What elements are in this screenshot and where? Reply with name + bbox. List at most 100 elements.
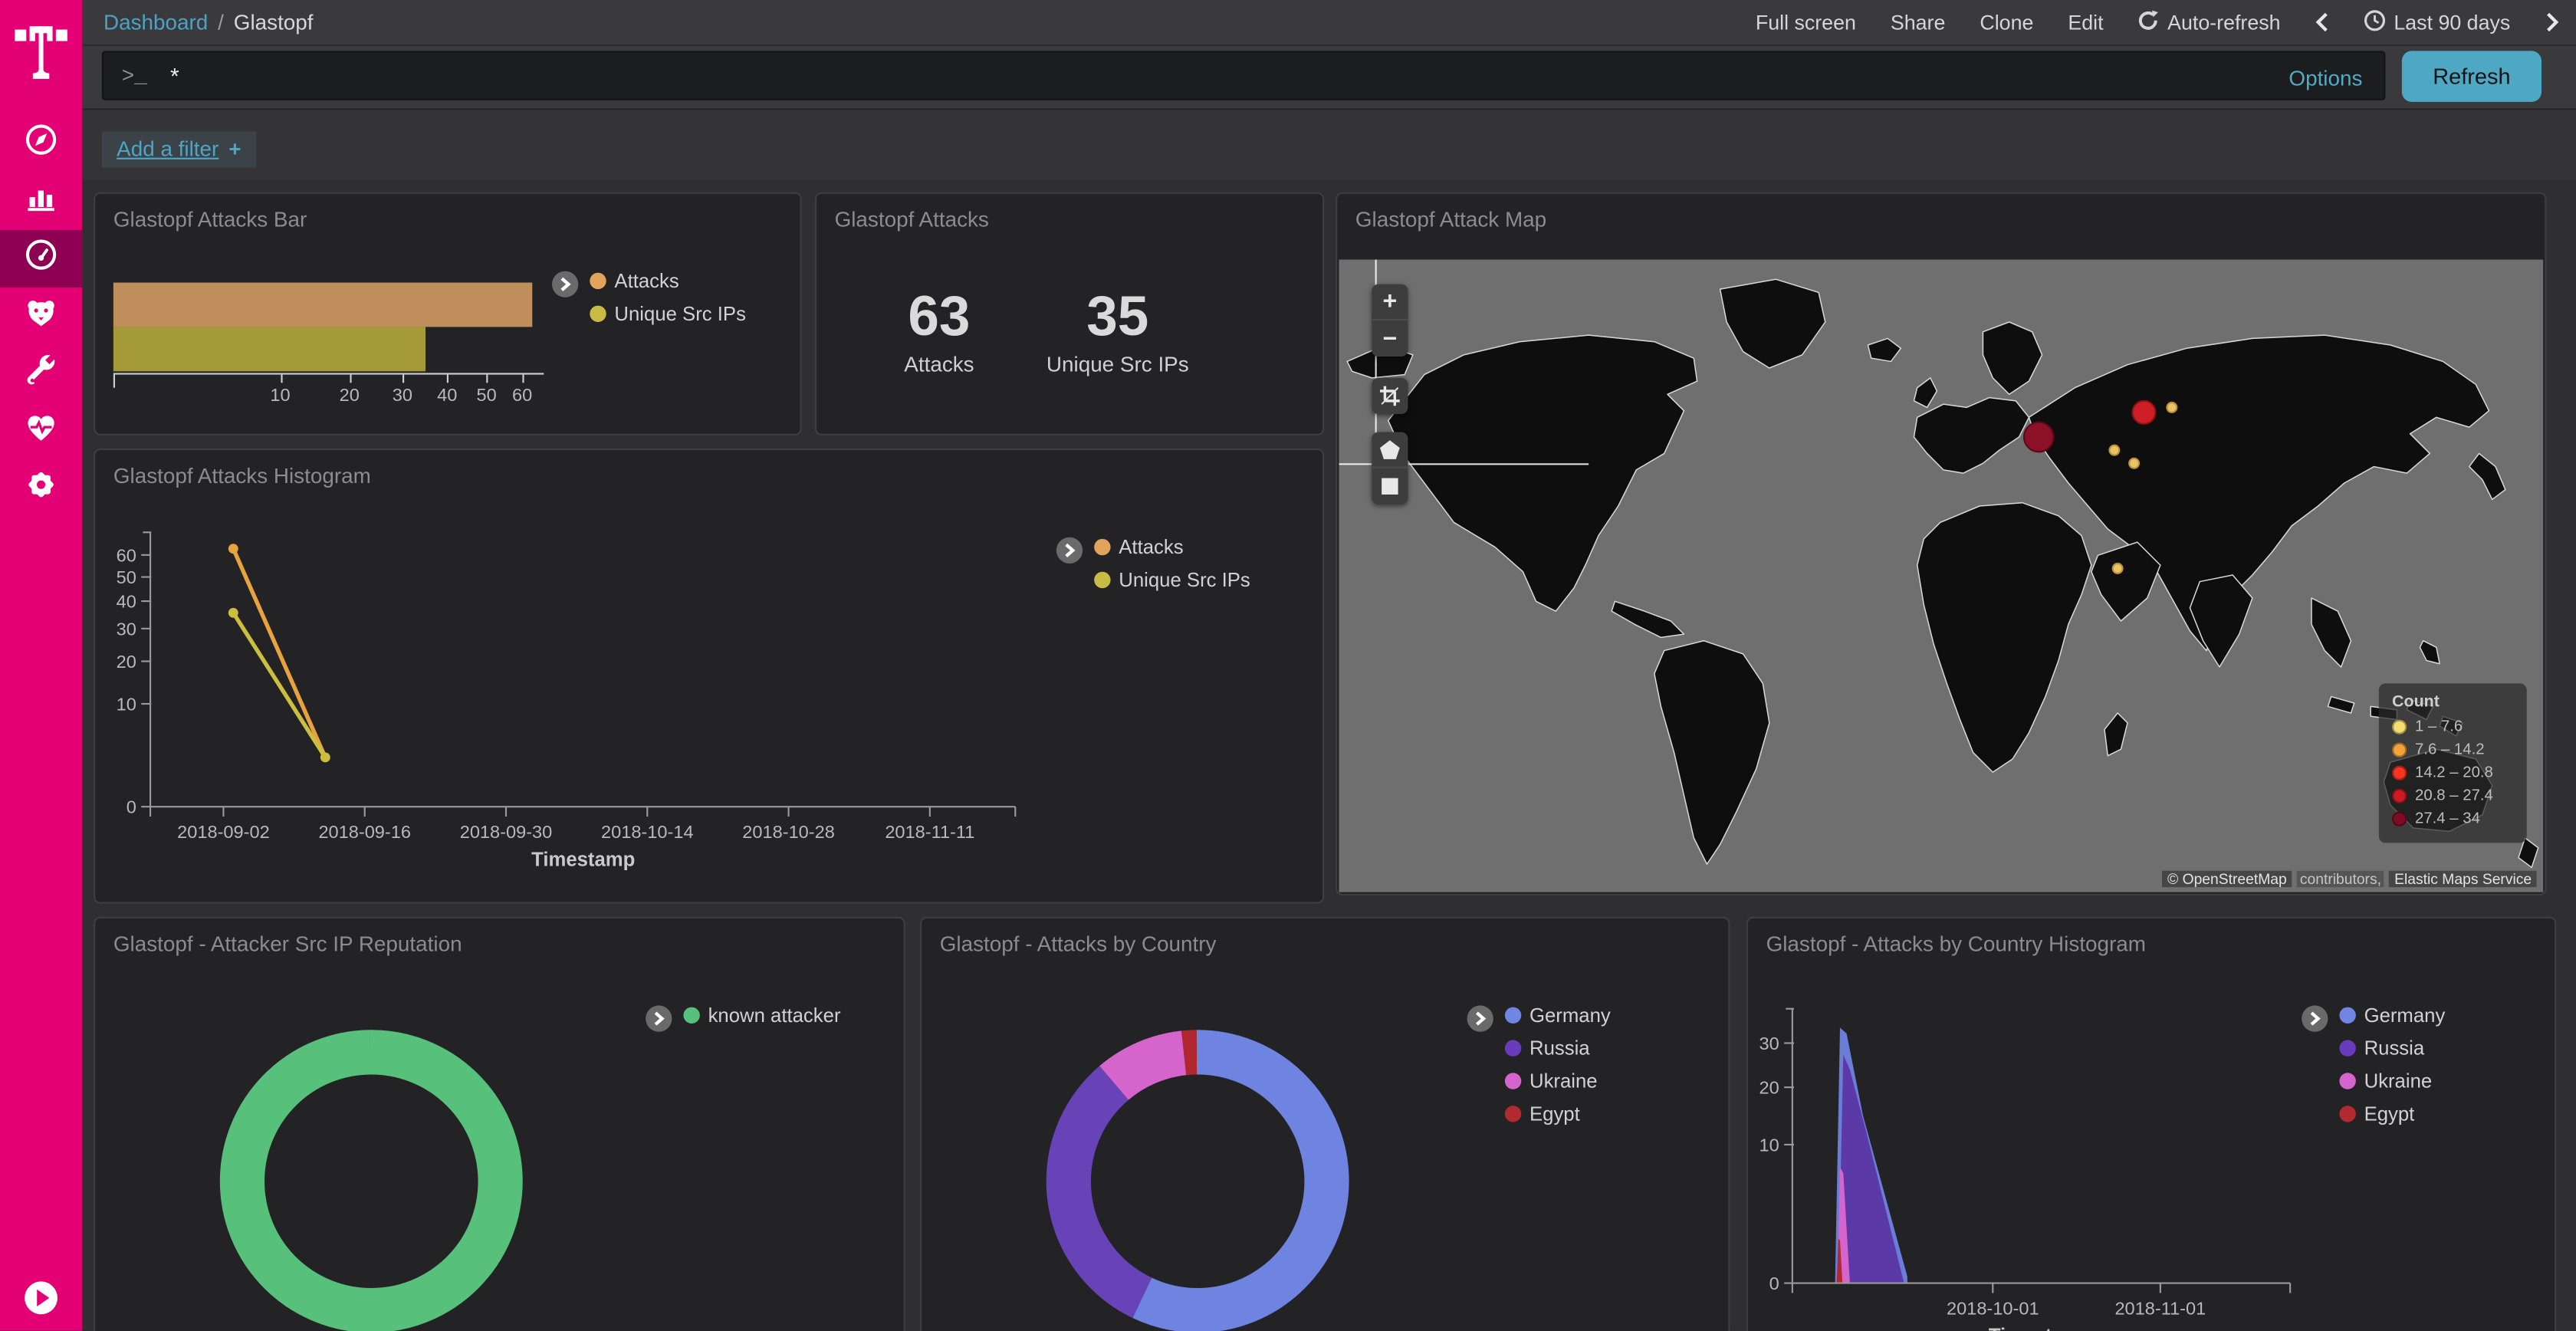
legend-expand-button[interactable] — [2302, 1005, 2328, 1031]
sidebar-item-timelion[interactable] — [0, 288, 82, 345]
legend-item[interactable]: Russia — [2339, 1037, 2445, 1060]
donut-slice-known-attacker[interactable] — [242, 1052, 501, 1310]
x-tick-label: 10 — [270, 386, 290, 406]
x-axis-title: Timestamp — [1989, 1326, 2092, 1331]
auto-refresh-button[interactable]: Auto-refresh — [2138, 9, 2281, 35]
attack-point[interactable] — [2128, 458, 2140, 470]
russia-area — [1838, 1055, 1904, 1283]
legend-dot — [1505, 1106, 1521, 1122]
legend-item[interactable]: Ukraine — [1505, 1070, 1611, 1093]
legend-item[interactable]: Germany — [1505, 1004, 1611, 1027]
panel-attacks-metric: Glastopf Attacks 63 Attacks 35 Unique Sr… — [815, 192, 1324, 435]
full-screen-button[interactable]: Full screen — [1756, 11, 1856, 34]
edit-button[interactable]: Edit — [2068, 11, 2103, 34]
legend-item[interactable]: Unique Src IPs — [1094, 568, 1250, 591]
panel-attacks-histogram: Glastopf Attacks Histogram 0 — [94, 449, 1324, 904]
attack-point[interactable] — [2023, 422, 2055, 453]
svg-text:50: 50 — [117, 567, 136, 587]
breadcrumb-separator: / — [218, 10, 224, 35]
metric-label: Unique Src IPs — [1046, 352, 1189, 376]
legend-item[interactable]: Unique Src IPs — [590, 302, 746, 325]
legend-dot — [1505, 1040, 1521, 1056]
sidebar-nav — [0, 115, 82, 518]
bar-attacks[interactable] — [113, 283, 532, 327]
legend-dot — [2339, 1007, 2355, 1024]
map-legend-item: 7.6 – 14.2 — [2392, 741, 2514, 759]
bar-unique-src-ips[interactable] — [113, 327, 426, 371]
attack-point[interactable] — [2111, 563, 2123, 574]
legend-expand-button[interactable] — [1467, 1005, 1493, 1031]
attacks-line — [233, 549, 325, 758]
draw-polygon-button[interactable] — [1372, 432, 1408, 468]
country-legend: Germany Russia Ukraine Egypt — [1467, 1004, 1611, 1126]
legend-item[interactable]: Attacks — [1094, 536, 1250, 559]
line-chart[interactable]: 0 10 20 30 40 50 60 2018-09-02 2018-09-1… — [95, 450, 1324, 903]
legend-item[interactable]: Russia — [1505, 1037, 1611, 1060]
legend-dot — [1505, 1073, 1521, 1089]
legend-expand-button[interactable] — [646, 1005, 672, 1031]
map-count-legend: Count 1 – 7.67.6 – 14.214.2 – 20.820.8 –… — [2379, 683, 2527, 843]
legend-item[interactable]: Egypt — [2339, 1103, 2445, 1126]
map-legend-item: 14.2 – 20.8 — [2392, 764, 2514, 782]
svg-text:2018-09-16: 2018-09-16 — [318, 822, 411, 842]
legend-item[interactable]: Egypt — [1505, 1103, 1611, 1126]
time-forward-button[interactable] — [2545, 12, 2559, 33]
sidebar-item-discover[interactable] — [0, 115, 82, 173]
sidebar-item-dev-tools[interactable] — [0, 345, 82, 403]
openstreetmap-link[interactable]: © OpenStreetMap — [2163, 871, 2292, 887]
top-nav-menu: Full screen Share Clone Edit Auto-refres… — [1756, 9, 2560, 35]
t-mobile-logo[interactable] — [0, 13, 82, 85]
elastic-maps-link[interactable]: Elastic Maps Service — [2390, 871, 2537, 887]
legend-item[interactable]: Germany — [2339, 1004, 2445, 1027]
crop-tool-button[interactable] — [1372, 378, 1408, 414]
draw-rectangle-button[interactable] — [1372, 468, 1408, 504]
x-tick-label: 20 — [340, 386, 360, 406]
kibana-dashboard: Dashboard / Glastopf Full screen Share C… — [0, 0, 2576, 1331]
zoom-in-button[interactable]: + — [1372, 284, 1408, 320]
legend-expand-button[interactable] — [552, 271, 578, 297]
legend-item[interactable]: Ukraine — [2339, 1070, 2445, 1093]
refresh-cycle-icon — [2138, 9, 2160, 35]
world-map[interactable]: + − Count — [1339, 260, 2543, 892]
attack-point[interactable] — [2132, 400, 2157, 425]
map-legend-title: Count — [2392, 693, 2514, 712]
bar-chart[interactable] — [113, 283, 557, 372]
refresh-button[interactable]: Refresh — [2402, 51, 2542, 101]
legend-dot — [2339, 1106, 2355, 1122]
legend-expand-button[interactable] — [1056, 537, 1083, 564]
sidebar-item-dashboard[interactable] — [0, 230, 82, 288]
add-filter-button[interactable]: Add a filter + — [102, 131, 256, 167]
panel-title: Glastopf - Attacks by Country — [922, 919, 1728, 956]
country-donut-chart[interactable] — [1038, 1022, 1357, 1331]
sidebar-item-management[interactable] — [0, 460, 82, 518]
panel-attacks-bar: Glastopf Attacks Bar 102030405060 Attack… — [94, 192, 802, 435]
collapse-sidebar-button[interactable] — [23, 1280, 59, 1316]
reputation-donut-chart[interactable] — [212, 1022, 531, 1331]
search-input[interactable]: >_ * — [102, 51, 2386, 100]
time-back-button[interactable] — [2315, 12, 2330, 33]
panel-title: Glastopf - Attacker Src IP Reputation — [95, 919, 903, 956]
reputation-legend: known attacker — [646, 1004, 840, 1031]
legend-dot — [590, 273, 606, 289]
share-button[interactable]: Share — [1891, 11, 1945, 34]
legend-item[interactable]: Attacks — [590, 269, 746, 292]
options-link[interactable]: Options — [2288, 46, 2362, 108]
zoom-out-button[interactable]: − — [1372, 320, 1408, 357]
panel-title: Glastopf Attack Map — [1337, 194, 2545, 232]
attack-point[interactable] — [2108, 444, 2120, 455]
clone-button[interactable]: Clone — [1980, 11, 2033, 34]
legend-item[interactable]: known attacker — [683, 1004, 840, 1027]
breadcrumb: Dashboard / Glastopf — [104, 10, 314, 35]
svg-text:30: 30 — [1759, 1034, 1779, 1053]
metric-attacks: 63 Attacks — [904, 289, 974, 376]
panel-title: Glastopf Attacks Bar — [95, 194, 800, 232]
map-crop-control — [1372, 378, 1408, 414]
breadcrumb-dashboard-link[interactable]: Dashboard — [104, 10, 208, 35]
svg-text:30: 30 — [117, 619, 136, 639]
svg-text:2018-10-01: 2018-10-01 — [1947, 1298, 2039, 1318]
sidebar-item-monitoring[interactable] — [0, 403, 82, 460]
attack-point[interactable] — [2167, 403, 2178, 414]
timelion-icon — [23, 294, 59, 339]
sidebar-item-visualize[interactable] — [0, 173, 82, 230]
time-picker-button[interactable]: Last 90 days — [2364, 9, 2510, 35]
